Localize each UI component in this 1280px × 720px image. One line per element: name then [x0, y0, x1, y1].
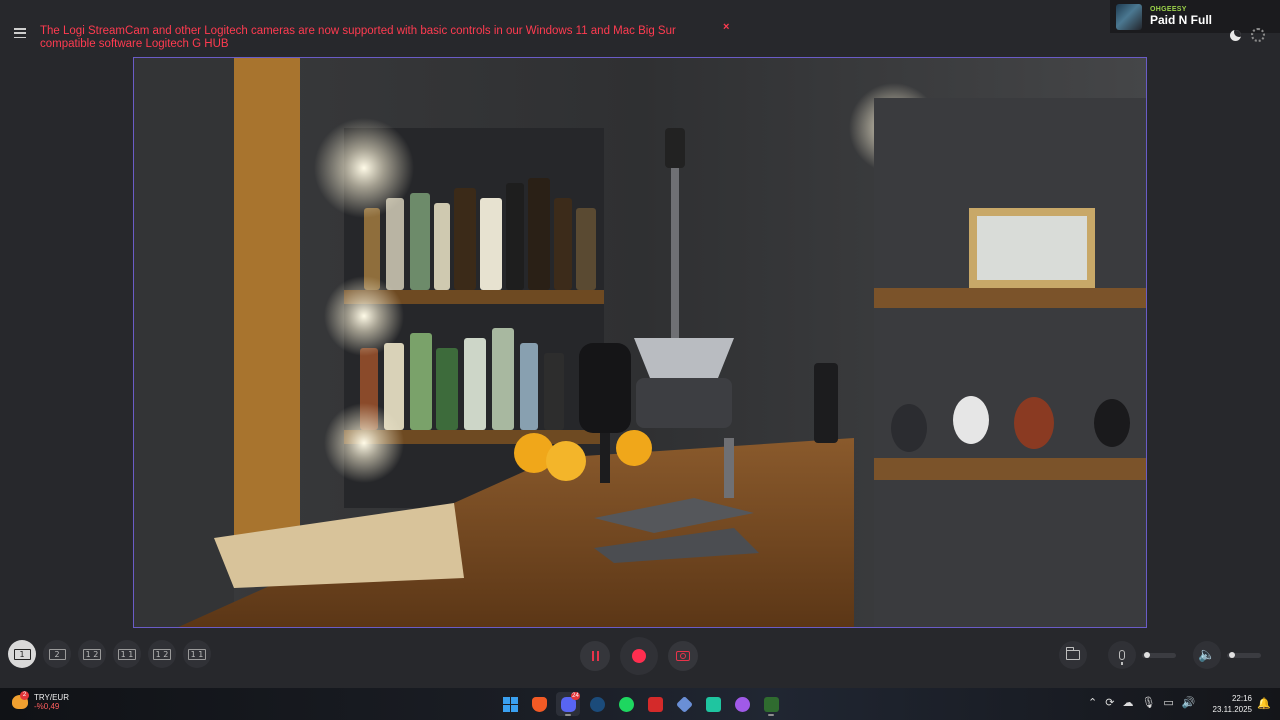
network-tool-app[interactable]: [672, 692, 696, 716]
notification-banner: The Logi StreamCam and other Logitech ca…: [40, 25, 676, 50]
play-icon: [763, 696, 779, 712]
network-icon: [675, 695, 693, 713]
circle-icon: [734, 696, 750, 712]
discord-app[interactable]: 24: [556, 692, 580, 716]
widget-ticker: TRY/EUR: [34, 693, 69, 702]
notification-icon[interactable]: 🔔: [1257, 697, 1271, 710]
now-playing-title: Paid N Full: [1150, 13, 1213, 27]
slider-knob[interactable]: [1144, 651, 1151, 658]
layout-split-mirror-button[interactable]: 1 1: [183, 640, 211, 668]
steam-app[interactable]: [585, 692, 609, 716]
slider-knob[interactable]: [1229, 651, 1236, 658]
folder-icon: [1065, 647, 1080, 660]
snapshot-button[interactable]: [668, 641, 698, 671]
steam-icon: [589, 696, 605, 712]
spotify-icon: [618, 696, 634, 712]
display-icon[interactable]: ▭: [1163, 696, 1173, 709]
settings-icon[interactable]: [1251, 28, 1265, 42]
brave-icon: [531, 696, 547, 712]
speaker-icon: 🔈: [1198, 647, 1216, 663]
news-icon: [647, 696, 663, 712]
cloud-icon[interactable]: ☁: [1122, 696, 1133, 709]
clock-date: 23.11.2025: [1212, 705, 1252, 714]
clock[interactable]: 22:16 23.11.2025: [1210, 693, 1252, 715]
theme-toggle-icon[interactable]: [1230, 30, 1241, 41]
pause-button[interactable]: [580, 641, 610, 671]
capture-controls: [580, 637, 698, 675]
spotify-app[interactable]: [614, 692, 638, 716]
start-button[interactable]: [498, 692, 522, 716]
camera-feed-image: [134, 58, 1146, 627]
android-app[interactable]: [701, 692, 725, 716]
clock-time: 22:16: [1231, 694, 1252, 703]
menu-icon[interactable]: [14, 28, 26, 38]
layout-second-button[interactable]: 2: [43, 640, 71, 668]
sync-icon[interactable]: ⟳: [1105, 696, 1114, 709]
media-player-app[interactable]: [759, 692, 783, 716]
microphone-icon: [1119, 650, 1125, 665]
microphone-button[interactable]: [1108, 641, 1136, 669]
widget-icon: 2: [12, 691, 29, 709]
chevron-up-icon[interactable]: ⌃: [1088, 696, 1097, 709]
circle-app[interactable]: [730, 692, 754, 716]
layout-pip-button[interactable]: 1 2: [78, 640, 106, 668]
open-folder-button[interactable]: [1059, 641, 1087, 669]
mic-volume-slider[interactable]: [1142, 651, 1176, 658]
pause-icon: [591, 651, 599, 661]
windows-icon: [502, 696, 518, 712]
taskbar-apps: 24: [498, 692, 783, 716]
brave-app[interactable]: [527, 692, 551, 716]
widget-change: -%0,49: [34, 702, 60, 711]
android-icon: [705, 696, 721, 712]
news-app[interactable]: [643, 692, 667, 716]
microphone-tray-icon[interactable]: 🎙: [1141, 696, 1155, 709]
layout-pip-mirror-button[interactable]: 1 1: [113, 640, 141, 668]
taskbar: 2 TRY/EUR -%0,49 24 ⌃ ⟳ ☁ 🎙 ▭ 🔊 22:16 23…: [0, 688, 1280, 720]
volume-icon[interactable]: 🔊: [1182, 696, 1196, 709]
layout-selector: 1 2 1 2 1 1 1 2 1 1: [8, 640, 211, 668]
speaker-button[interactable]: 🔈: [1193, 641, 1221, 669]
camera-preview: [133, 57, 1147, 628]
layout-split-button[interactable]: 1 2: [148, 640, 176, 668]
system-tray: ⌃ ⟳ ☁ 🎙 ▭ 🔊: [1088, 696, 1196, 709]
record-icon: [632, 649, 646, 663]
album-art: [1116, 3, 1142, 30]
speaker-volume-slider[interactable]: [1227, 651, 1261, 658]
camera-icon: [676, 651, 690, 661]
output-controls: 🔈: [1059, 641, 1261, 669]
record-button[interactable]: [620, 637, 658, 675]
layout-single-button[interactable]: 1: [8, 640, 36, 668]
finance-widget[interactable]: 2 TRY/EUR -%0,49: [12, 691, 69, 711]
now-playing-artist: OHGEESY: [1150, 6, 1187, 13]
close-icon[interactable]: ×: [723, 21, 729, 33]
